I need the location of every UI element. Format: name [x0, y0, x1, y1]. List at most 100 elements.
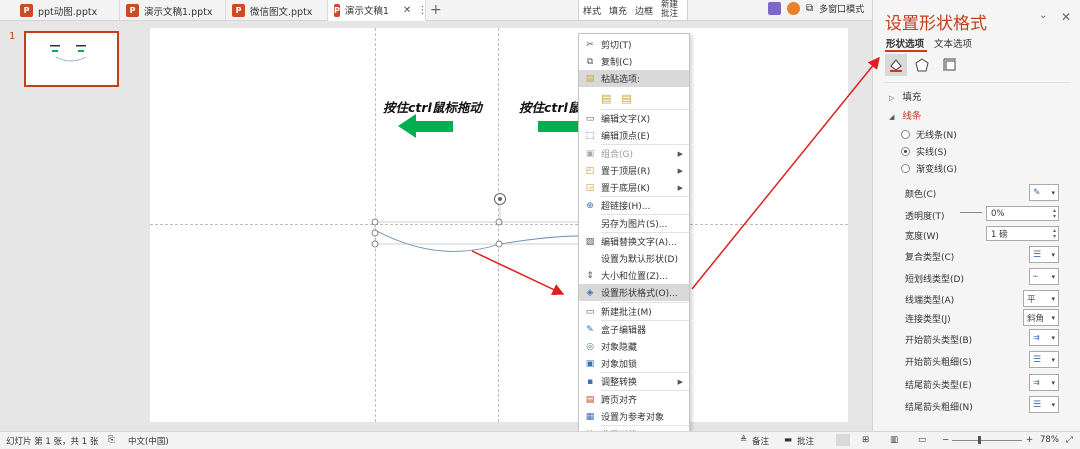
menu-item-send-back[interactable]: ◲ 置于底层(K) ▶	[579, 179, 689, 196]
mini-toolbar: 样式 填充 边框 新建 批注	[578, 0, 688, 21]
compound-type-dropdown[interactable]: ☰ ▾	[1029, 246, 1059, 263]
menu-item-set-default-shape[interactable]: 设置为默认形状(D)	[579, 250, 689, 267]
effects-icon[interactable]	[911, 54, 933, 76]
begin-arrow-type-dropdown[interactable]: ⇉ ▾	[1029, 329, 1059, 346]
menu-item-bring-front[interactable]: ◰ 置于顶层(R) ▶	[579, 162, 689, 179]
close-icon[interactable]: ✕	[1061, 10, 1071, 24]
slide-sorter-icon[interactable]: ⊞	[862, 435, 869, 445]
scissors-icon: ✂	[586, 39, 594, 50]
menu-item-set-reference[interactable]: ▦ 设置为参考对象	[579, 408, 689, 425]
tab-text-options[interactable]: 文本选项	[934, 36, 972, 50]
resize-handle[interactable]	[371, 229, 379, 237]
menu-item-convert[interactable]: ▪ 调整转换 ▶	[579, 373, 689, 390]
multi-window-icon[interactable]: ⧉	[806, 3, 813, 14]
dash-type-dropdown[interactable]: ┅ ▾	[1029, 268, 1059, 285]
more-vertical-icon[interactable]: ⋮	[417, 5, 427, 16]
radio-solid-line[interactable]: 实线(S)	[901, 145, 947, 158]
slide-thumbnail[interactable]	[24, 31, 119, 87]
radio-no-line[interactable]: 无线条(N)	[901, 128, 957, 141]
rotate-handle-icon[interactable]	[494, 193, 506, 205]
add-tab-icon[interactable]: +	[430, 2, 442, 18]
powerpoint-icon: P	[334, 3, 340, 17]
curve-shape[interactable]	[374, 229, 579, 252]
settings-icon[interactable]	[787, 2, 800, 15]
comments-button[interactable]: 批注	[797, 435, 814, 447]
menu-item-format-shape[interactable]: ◈ 设置形状格式(O)...	[579, 284, 689, 301]
menu-item-copy[interactable]: ⧉ 复制(C)	[579, 53, 689, 70]
end-arrow-size-dropdown[interactable]: ☰ ▾	[1029, 396, 1059, 413]
slideshow-icon[interactable]: ▭	[918, 435, 926, 445]
menu-item-save-as-picture[interactable]: 另存为图片(S)...	[579, 215, 689, 232]
zoom-level[interactable]: 78%	[1040, 435, 1059, 445]
document-tab[interactable]: P 微信图文.pptx	[226, 0, 328, 21]
menu-item-alt-text[interactable]: ▨ 编辑替换文字(A)...	[579, 233, 689, 250]
resize-handle[interactable]	[371, 218, 379, 226]
powerpoint-icon: P	[232, 4, 245, 17]
document-tab[interactable]: P 演示文稿1.pptx	[120, 0, 226, 21]
language-indicator[interactable]: 中文(中国)	[128, 435, 169, 447]
menu-item-align-pages[interactable]: ▤ 跨页对齐	[579, 391, 689, 408]
cap-type-dropdown[interactable]: 平 ▾	[1023, 290, 1059, 307]
menu-item-box-editor[interactable]: ✎ 盒子编辑器	[579, 321, 689, 338]
join-type-dropdown[interactable]: 斜角 ▾	[1023, 309, 1059, 326]
resize-handle[interactable]	[371, 240, 379, 248]
fill-button[interactable]: 填充	[605, 4, 631, 17]
reading-view-icon[interactable]: ▥	[890, 435, 898, 445]
menu-item-size-position[interactable]: ⇕ 大小和位置(Z)...	[579, 267, 689, 284]
resize-handle[interactable]	[495, 218, 503, 226]
section-fill-label: 填充	[902, 92, 922, 103]
begin-arrow-size-dropdown[interactable]: ☰ ▾	[1029, 351, 1059, 368]
fit-window-icon[interactable]: ⤢	[1066, 435, 1073, 445]
new-comment-button[interactable]: 新建 批注	[657, 1, 682, 19]
chevron-down-icon[interactable]: ⌄	[1039, 10, 1047, 21]
menu-item-hide-object[interactable]: ◎ 对象隐藏	[579, 338, 689, 355]
paste-picture-icon[interactable]: ▤	[621, 92, 631, 105]
menu-item-cut[interactable]: ✂ 剪切(T)	[579, 36, 689, 53]
spellcheck-icon[interactable]: ⎘	[108, 435, 115, 445]
powerpoint-icon: P	[126, 4, 139, 17]
tab-shape-options[interactable]: 形状选项	[886, 36, 924, 50]
style-button[interactable]: 样式	[579, 4, 605, 17]
close-icon[interactable]: ✕	[403, 5, 411, 16]
menu-item-lock-object[interactable]: ▣ 对象加锁	[579, 355, 689, 372]
notes-button[interactable]: 备注	[752, 435, 769, 447]
end-arrow-type-dropdown[interactable]: ⇉ ▾	[1029, 374, 1059, 391]
transparency-input[interactable]: 0% ▴ ▾	[986, 206, 1059, 221]
menu-item-group[interactable]: ▣ 组合(G) ▶	[579, 145, 689, 162]
section-line[interactable]: ◢ 线条	[889, 108, 921, 122]
plugin-icon[interactable]	[768, 2, 781, 15]
spinner-icon[interactable]: ▴ ▾	[1053, 227, 1056, 240]
green-arrow-left[interactable]	[398, 114, 453, 138]
normal-view-icon[interactable]	[836, 434, 850, 446]
transparency-slider[interactable]	[960, 212, 982, 213]
green-arrow-right[interactable]	[538, 121, 578, 132]
menu-item-new-comment[interactable]: ▭ 新建批注(M)	[579, 303, 689, 320]
bring-front-icon: ◰	[585, 165, 595, 176]
submenu-arrow-icon: ▶	[677, 377, 683, 386]
paste-keep-format-icon[interactable]: ▤	[601, 92, 611, 105]
section-fill[interactable]: ▷ 填充	[889, 89, 921, 103]
document-tab[interactable]: P ppt动图.pptx	[14, 0, 120, 21]
resize-handle[interactable]	[495, 240, 503, 248]
fill-line-icon[interactable]	[885, 54, 907, 76]
document-tab-active[interactable]: P 演示文稿1 ✕ ⋮	[328, 0, 427, 21]
border-button[interactable]: 边框	[631, 4, 657, 17]
size-properties-icon[interactable]	[939, 54, 961, 76]
spinner-icon[interactable]: ▴ ▾	[1053, 207, 1056, 220]
width-input[interactable]: 1 磅 ▴ ▾	[986, 226, 1059, 241]
slide-canvas[interactable]: 按住ctrl鼠标拖动 按住ctrl鼠	[150, 28, 848, 422]
multi-window-button[interactable]: 多窗口模式	[819, 2, 864, 15]
zoom-out-icon[interactable]: −	[942, 435, 949, 445]
radio-gradient-line[interactable]: 渐变线(G)	[901, 162, 957, 175]
menu-item-hyperlink[interactable]: ⊕ 超链接(H)...	[579, 197, 689, 214]
chevron-down-icon: ▾	[1051, 272, 1055, 281]
begin-arrow-type-label: 开始箭头类型(B)	[905, 336, 973, 346]
color-dropdown[interactable]: ✎ ▾	[1029, 184, 1059, 201]
menu-item-label: 跨页对齐	[601, 396, 638, 406]
zoom-slider-track[interactable]	[952, 440, 1022, 441]
menu-item-edit-points[interactable]: ⬚ 编辑顶点(E)	[579, 127, 689, 144]
zoom-slider-thumb[interactable]	[978, 436, 981, 444]
menu-item-edit-text[interactable]: ▭ 编辑文字(X)	[579, 110, 689, 127]
notes-icon: ≜	[740, 435, 748, 445]
zoom-in-icon[interactable]: +	[1026, 435, 1033, 445]
